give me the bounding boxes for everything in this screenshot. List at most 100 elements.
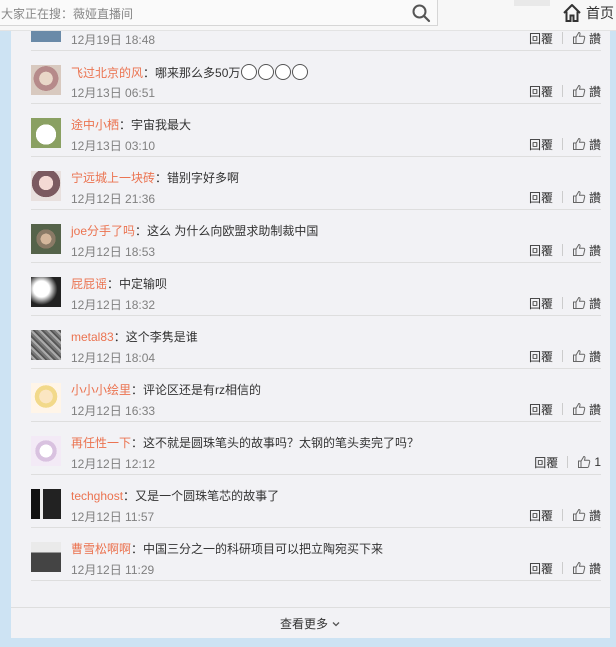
action-divider: [561, 138, 563, 150]
user-avatar[interactable]: [31, 330, 61, 360]
comment-username[interactable]: techghost: [71, 489, 123, 503]
comment-timestamp: 12月13日 06:51: [71, 86, 156, 100]
user-avatar[interactable]: [31, 224, 61, 254]
comment-username[interactable]: 屁屁谣: [71, 277, 107, 291]
like-button[interactable]: 讚: [572, 507, 601, 524]
like-button[interactable]: 讚: [572, 401, 601, 418]
comment-username[interactable]: 途中小栖: [71, 118, 119, 132]
comment-timestamp: 12月12日 18:04: [71, 351, 156, 365]
reply-button[interactable]: 回覆: [529, 242, 553, 259]
like-label: 讚: [588, 349, 601, 364]
load-more-label: 查看更多: [279, 617, 328, 631]
comment-timestamp: 12月12日 11:57: [71, 510, 155, 524]
header-shadow: [514, 0, 550, 6]
like-button[interactable]: 讚: [572, 30, 601, 47]
user-avatar[interactable]: [31, 171, 61, 201]
comment-username[interactable]: 曹雪松啊啊: [71, 542, 131, 556]
reply-button[interactable]: 回覆: [534, 454, 558, 471]
like-button[interactable]: 讚: [572, 295, 601, 312]
comment-timestamp: 12月12日 18:53: [71, 245, 156, 259]
comment-text: 再任性一下：这不就是圆珠笔头的故事吗？太钢的笔头卖完了吗？: [71, 435, 419, 451]
like-button[interactable]: 讚: [572, 560, 601, 577]
like-button[interactable]: 1: [577, 455, 601, 469]
comment-actions: 回覆 1: [534, 453, 601, 471]
user-avatar[interactable]: [31, 118, 61, 148]
comment-item: metal83：这个李隽是谁 12月12日 18:04 回覆 讚: [31, 316, 601, 369]
like-button[interactable]: 讚: [572, 348, 601, 365]
user-avatar[interactable]: [31, 436, 61, 466]
comment-item: 小小小绘里：评论区还是有rz相信的 12月12日 16:33 回覆 讚: [31, 369, 601, 422]
reply-button[interactable]: 回覆: [529, 295, 553, 312]
colon-separator: ：: [131, 383, 144, 397]
comment-body: 这不就是圆珠笔头的故事吗？太钢的笔头卖完了吗？: [143, 436, 420, 450]
like-label: 讚: [588, 561, 601, 576]
comment-timestamp: 12月12日 16:33: [71, 404, 156, 418]
like-label: 讚: [588, 243, 601, 258]
user-avatar[interactable]: [31, 489, 61, 519]
chevron-down-icon: [332, 621, 340, 626]
action-divider: [567, 456, 569, 468]
thumbs-up-icon: [572, 243, 586, 256]
action-divider: [561, 32, 563, 44]
comment-username[interactable]: metal83: [71, 330, 114, 344]
reply-button[interactable]: 回覆: [529, 136, 553, 153]
reply-button[interactable]: 回覆: [529, 560, 553, 577]
comment-text: 宁远城上一块砖：错别字好多啊: [71, 170, 239, 186]
reply-button[interactable]: 回覆: [529, 30, 553, 47]
comment-username[interactable]: 小小小绘里: [71, 383, 131, 397]
colon-separator: ：: [143, 66, 156, 80]
comment-text: joe分手了吗：这么 为什么向欧盟求助制裁中国: [71, 223, 318, 239]
comment-username[interactable]: joe分手了吗: [71, 224, 135, 238]
like-button[interactable]: 讚: [572, 136, 601, 153]
like-label: 讚: [588, 402, 601, 417]
comment-item: 曹雪松啊啊：中国三分之一的科研项目可以把立陶宛买下来 12月12日 11:29 回覆…: [31, 528, 601, 581]
emoji-icon: [258, 64, 275, 80]
user-avatar[interactable]: [31, 542, 61, 572]
like-button[interactable]: 讚: [572, 83, 601, 100]
colon-separator: ：: [113, 330, 126, 344]
like-button[interactable]: 讚: [572, 189, 601, 206]
reply-button[interactable]: 回覆: [529, 401, 553, 418]
comment-item: 途中小栖：宇宙我最大 12月13日 03:10 回覆 讚: [31, 104, 601, 157]
comment-body: 中国三分之一的科研项目可以把立陶宛买下来: [143, 542, 384, 556]
like-label: 讚: [588, 84, 601, 99]
search-input[interactable]: [0, 3, 403, 25]
like-label: 讚: [588, 190, 601, 205]
action-divider: [561, 244, 563, 256]
user-avatar[interactable]: [31, 277, 61, 307]
home-link[interactable]: 首页: [562, 2, 614, 24]
colon-separator: ：: [131, 542, 144, 556]
comment-username[interactable]: 再任性一下: [71, 436, 131, 450]
thumbs-up-icon: [572, 84, 586, 97]
comment-actions: 回覆 讚: [529, 347, 601, 365]
comment-text: 曹雪松啊啊：中国三分之一的科研项目可以把立陶宛买下来: [71, 541, 383, 557]
like-button[interactable]: 讚: [572, 242, 601, 259]
emoji-icon: [292, 64, 309, 80]
comment-timestamp: 12月13日 03:10: [71, 139, 156, 153]
colon-separator: ：: [135, 224, 148, 238]
reply-button[interactable]: 回覆: [529, 83, 553, 100]
comment-timestamp: 12月12日 11:29: [71, 563, 155, 577]
reply-button[interactable]: 回覆: [529, 507, 553, 524]
search-icon[interactable]: [411, 3, 431, 23]
home-label: 首页: [586, 5, 614, 21]
colon-separator: ：: [155, 171, 168, 185]
user-avatar[interactable]: [31, 65, 61, 95]
comment-text: 屁屁谣：中定输呗: [71, 276, 167, 292]
user-avatar[interactable]: [31, 383, 61, 413]
reply-button[interactable]: 回覆: [529, 348, 553, 365]
load-more-button[interactable]: 查看更多: [11, 607, 610, 639]
comment-username[interactable]: 飞过北京的风: [71, 66, 143, 80]
comment-body: 中定输呗: [119, 277, 168, 291]
comment-item: joe分手了吗：这么 为什么向欧盟求助制裁中国 12月12日 18:53 回覆 讚: [31, 210, 601, 263]
comment-actions: 回覆 讚: [529, 506, 601, 524]
comment-username[interactable]: 宁远城上一块砖: [71, 171, 155, 185]
search-box[interactable]: [0, 0, 438, 26]
comment-item: 宁远城上一块砖：错别字好多啊 12月12日 21:36 回覆 讚: [31, 157, 601, 210]
action-divider: [561, 85, 563, 97]
reply-button[interactable]: 回覆: [529, 189, 553, 206]
comment-actions: 回覆 讚: [529, 559, 601, 577]
comment-body: 这个李隽是谁: [125, 330, 198, 344]
colon-separator: ：: [119, 118, 132, 132]
comment-item: 飞过北京的风：哪来那么多50万 12月13日 06:51 回覆 讚: [31, 51, 601, 104]
